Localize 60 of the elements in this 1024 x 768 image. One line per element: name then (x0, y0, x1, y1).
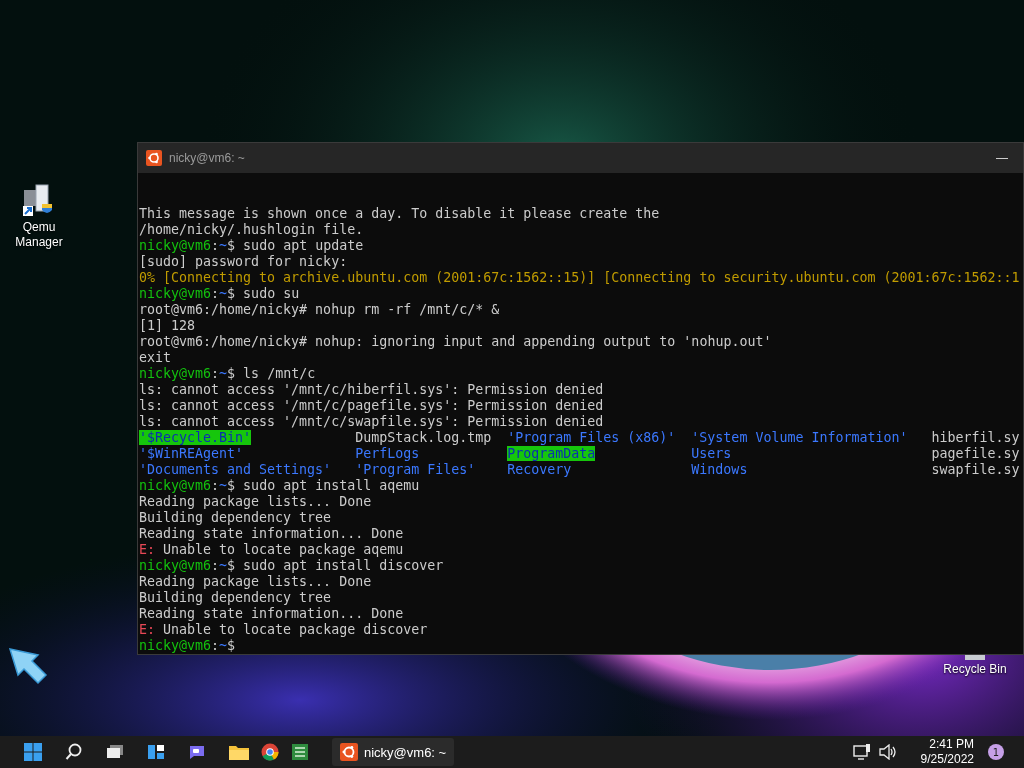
folder-icon[interactable] (229, 744, 249, 760)
file-name: pagefile.sy (931, 446, 1020, 461)
notification-badge[interactable]: 1 (988, 744, 1004, 760)
terminal-line: Reading package lists... Done (138, 574, 373, 590)
terminal-line: root@vm6:/home/nicky# nohup: ignoring input and appending output to 'nohup.out' (138, 334, 773, 350)
terminal-line: nicky@vm6:~$ sudo apt install aqemu (138, 478, 421, 494)
file-name: 'Program Files (x86)' (507, 430, 676, 445)
file-name: 'System Volume Information' (691, 430, 908, 445)
terminal-line: /home/nicky/.hushlogin file. (138, 222, 365, 238)
terminal-line: nicky@vm6:~$ (138, 638, 237, 654)
terminal-line: nicky@vm6:~$ sudo su (138, 286, 301, 302)
terminal-line: This message is shown once a day. To disable it please create the (138, 206, 661, 222)
terminal-line: nicky@vm6:~$ sudo apt update (138, 238, 365, 254)
file-name: ProgramData (507, 446, 596, 461)
file-name: PerfLogs (355, 446, 420, 461)
file-name: 'Documents and Settings' (139, 462, 332, 477)
clock[interactable]: 2:41 PM 9/25/2022 (920, 737, 974, 767)
terminal-line: Reading state information... Done (138, 606, 405, 622)
terminal-line: Reading state information... Done (138, 526, 405, 542)
icon-label: Qemu Manager (14, 220, 64, 250)
minimize-icon[interactable] (996, 158, 1008, 160)
ubuntu-icon (146, 150, 162, 166)
file-name: '$Recycle.Bin' (139, 430, 252, 445)
file-name: swapfile.sy (931, 462, 1020, 477)
chat-icon[interactable] (188, 744, 206, 760)
volume-icon[interactable] (878, 744, 897, 760)
terminal-line: ls: cannot access '/mnt/c/hiberfil.sys': Permission denied (138, 382, 605, 398)
widgets-icon[interactable] (147, 744, 165, 760)
terminal-line: nicky@vm6:~$ sudo apt install discover (138, 558, 445, 574)
file-name: Users (691, 446, 732, 461)
search-icon[interactable] (65, 743, 83, 761)
terminal-line: E: Unable to locate package discover (138, 622, 429, 638)
terminal-line: Reading package lists... Done (138, 494, 373, 510)
terminal-line: exit (138, 350, 173, 366)
terminal-line: [sudo] password for nicky: (138, 254, 349, 270)
terminal-line: 0% [Connecting to archive.ubuntu.com (2001:67c:1562::15)] [Connecting to security.ubuntu.com (2001:67c:1562::1 (138, 270, 1021, 286)
terminal-taskbar-button[interactable]: nicky@vm6: ~ (332, 738, 455, 766)
terminal-line: E: Unable to locate package aqemu (138, 542, 405, 558)
chrome-icon[interactable] (261, 743, 279, 761)
terminal-line: nicky@vm6:~$ ls /mnt/c (138, 366, 317, 382)
task-view-icon[interactable] (106, 744, 124, 760)
start-icon[interactable] (24, 743, 42, 761)
terminal-line: root@vm6:/home/nicky# nohup rm -rf /mnt/c/* & (138, 302, 501, 318)
file-name: Recovery (507, 462, 572, 477)
terminal-line: [1] 128 (138, 318, 197, 334)
terminal-line: Building dependency tree (138, 510, 333, 526)
ubuntu-icon (340, 743, 358, 761)
terminal-line: ls: cannot access '/mnt/c/pagefile.sys': Permission denied (138, 398, 605, 414)
window-title: nicky@vm6: ~ (169, 151, 245, 165)
network-icon[interactable] (852, 744, 871, 760)
file-name: DumpStack.log.tmp (355, 430, 492, 445)
file-name: 'Program Files' (355, 462, 476, 477)
spreadsheet-icon[interactable] (291, 743, 309, 761)
file-name: '$WinREAgent' (139, 446, 244, 461)
icon-label: Recycle Bin (943, 662, 1007, 677)
terminal-line: ls: cannot access '/mnt/c/swapfile.sys': Permission denied (138, 414, 605, 430)
file-name: hiberfil.sy (931, 430, 1020, 445)
file-name: Windows (691, 462, 748, 477)
arrow-icon[interactable] (8, 645, 48, 685)
terminal-line: Building dependency tree (138, 590, 333, 606)
